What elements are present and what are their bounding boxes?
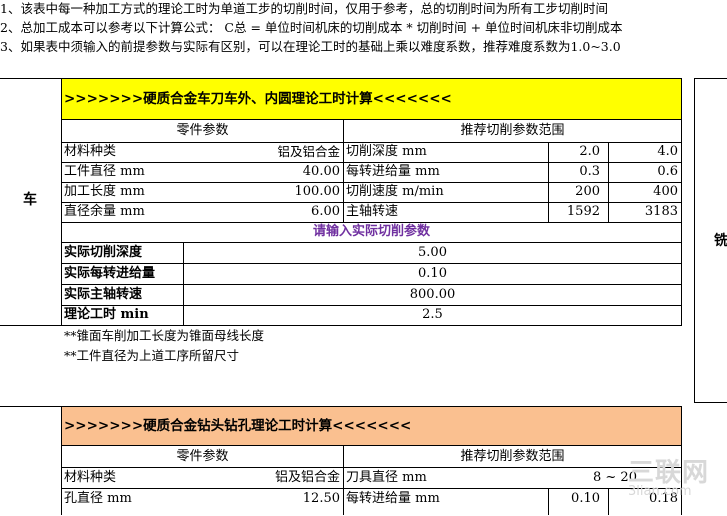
turning-cutting-params-header: 推荐切削参数范围 <box>460 123 565 138</box>
drilling-row-min: 0.10 <box>571 491 600 506</box>
drilling-row-value[interactable]: 铝及铝合金 <box>262 468 343 488</box>
turning-row-min: 0.3 <box>579 164 600 179</box>
turning-row-min: 200 <box>575 184 600 199</box>
note-line-2: 2、总加工成本可以参考以下计算公式： C总 = 单位时间机床的切削成本 * 切削… <box>0 20 623 35</box>
actual-label: 实际每转进给量 <box>64 266 156 281</box>
turning-side-label: 车 <box>23 192 37 208</box>
note-line-1: 1、该表中每一种加工方式的理论工时为单道工步的切削时间，仅用于参考，总的切削时间… <box>0 1 608 16</box>
turning-row-value[interactable]: 40.00 <box>262 162 343 182</box>
drilling-side-panel <box>0 406 61 516</box>
drilling-row-param: 刀具直径 mm <box>346 470 427 485</box>
turning-row-max: 0.6 <box>657 164 678 179</box>
turning-title: >>>>>>>硬质合金车刀车外、内圆理论工时计算<<<<<<< <box>64 91 452 107</box>
turning-row-label: 加工长度 mm <box>64 184 145 199</box>
drilling-row-value[interactable]: 12.50 <box>262 489 343 509</box>
actual-value[interactable]: 800.00 <box>184 285 681 305</box>
turning-row-label: 材料种类 <box>64 144 117 159</box>
drilling-row-label: 孔直径 mm <box>64 491 132 506</box>
actual-label: 实际主轴转速 <box>64 287 143 302</box>
turning-row-value[interactable]: 100.00 <box>262 182 343 202</box>
turning-input-prompt: 请输入实际切削参数 <box>312 224 430 239</box>
turning-row-value[interactable]: 铝及铝合金 <box>262 142 343 162</box>
actual-value[interactable]: 5.00 <box>184 243 681 263</box>
turning-row-min: 1592 <box>566 204 600 219</box>
turning-row-min: 2.0 <box>579 144 600 159</box>
note-line-3: 3、如果表中须输入的前提参数与实际有区别，可以在理论工时的基础上乘以难度系数，推… <box>0 39 621 54</box>
right-side-label: 铣 <box>714 233 727 249</box>
turning-row-label: 直径余量 mm <box>64 204 145 219</box>
theoretical-time-value: 2.5 <box>422 307 443 322</box>
turning-footnote: **锥面车削加工长度为锥面母线长度 <box>64 328 265 343</box>
actual-label: 实际切削深度 <box>64 245 143 260</box>
actual-label: 理论工时 min <box>64 307 149 322</box>
turning-row-max: 400 <box>653 184 678 199</box>
turning-row-param: 切削速度 m/min <box>346 184 444 199</box>
turning-row-label: 工件直径 mm <box>64 164 145 179</box>
drilling-title: >>>>>>>硬质合金钻头钻孔理论工时计算<<<<<<< <box>64 418 412 434</box>
turning-row-param: 主轴转速 <box>346 204 399 219</box>
actual-value[interactable]: 0.10 <box>184 264 681 284</box>
turning-row-param: 每转进给量 mm <box>346 164 440 179</box>
turning-row-max: 4.0 <box>657 144 678 159</box>
turning-row-max: 3183 <box>644 204 678 219</box>
watermark-url: 3lian.com <box>628 484 692 499</box>
drilling-part-params-header: 零件参数 <box>176 449 229 464</box>
drilling-row-label: 材料种类 <box>64 470 117 485</box>
drilling-row-param: 每转进给量 mm <box>346 491 440 506</box>
turning-row-value[interactable]: 6.00 <box>262 202 343 222</box>
turning-row-param: 切削深度 mm <box>346 144 427 159</box>
turning-part-params-header: 零件参数 <box>176 123 229 138</box>
turning-footnote: **工件直径为上道工序所留尺寸 <box>64 348 240 363</box>
